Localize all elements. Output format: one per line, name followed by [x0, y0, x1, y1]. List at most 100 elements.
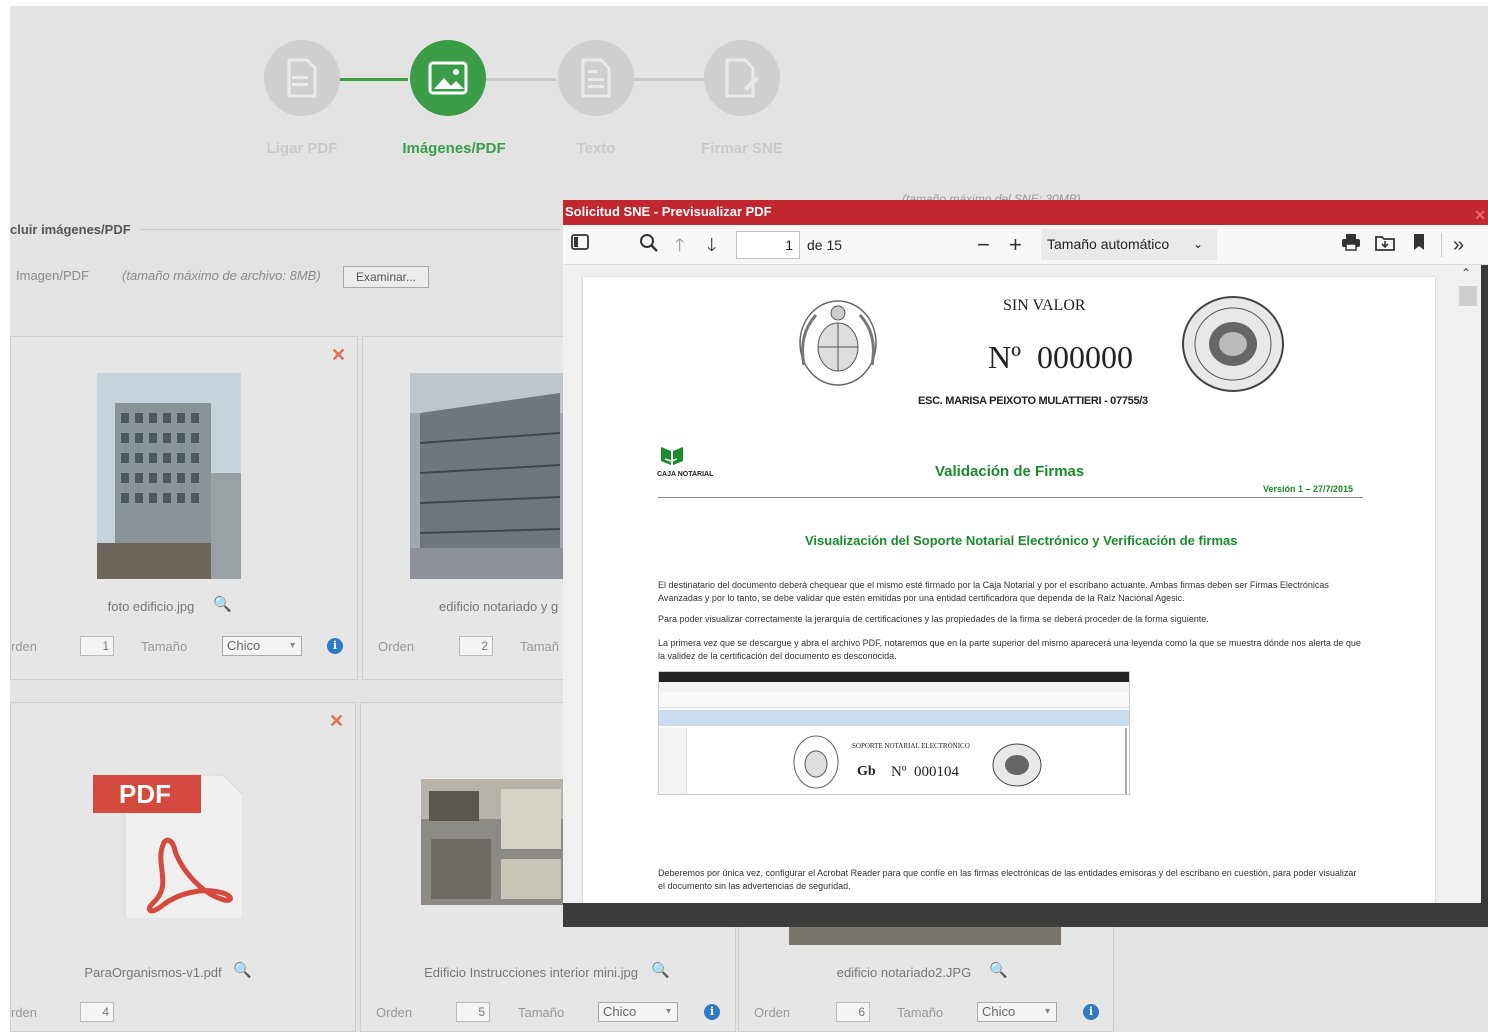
- download-icon[interactable]: [1375, 233, 1395, 257]
- image-thumbnail[interactable]: [789, 927, 1061, 945]
- pdf-toolbar: 🡑 🡓 1 de 15 − + Tamaño automático ⌄ »: [563, 225, 1488, 265]
- arrow-down-icon[interactable]: 🡓: [707, 233, 716, 257]
- step-imagenes-pdf[interactable]: [410, 40, 486, 116]
- heading-rule: [658, 497, 1363, 498]
- chevron-down-icon: ▾: [289, 640, 295, 651]
- page-number-input[interactable]: 1: [736, 231, 800, 259]
- order-label: Orden: [378, 639, 415, 654]
- shot-sidebar: [659, 728, 687, 794]
- zoom-icon[interactable]: 🔍: [213, 595, 232, 613]
- doc-paragraph: Para poder visualizar correctamente la j…: [658, 614, 1209, 624]
- shot-logo: Gb: [857, 764, 876, 779]
- order-label: rden: [11, 639, 38, 654]
- doc-paragraph: Deberemos por única vez, configurar el A…: [658, 868, 1357, 891]
- dialog-footer: [563, 903, 1488, 927]
- wizard-stepper: Ligar PDF Imágenes/PDF Texto Firmar SNE: [240, 40, 820, 170]
- image-card: ✕ foto edificio.jpg 🔍 rden 1 Tamaño Chic…: [10, 336, 358, 680]
- caja-notarial-logo: CAJA NOTARIAL: [657, 445, 737, 481]
- shot-number: Nº 000104: [891, 764, 959, 780]
- file-name: ParaOrganismos-v1.pdf: [84, 965, 222, 980]
- search-icon[interactable]: [639, 233, 659, 259]
- more-tools-icon[interactable]: »: [1453, 233, 1464, 257]
- pdf-viewer[interactable]: SIN VALOR Nº 000000 ESC. MARISA PEIXOTO …: [563, 265, 1481, 903]
- pdf-badge-text: PDF: [119, 779, 171, 809]
- info-icon[interactable]: i: [704, 1004, 720, 1020]
- size-value: Chico: [603, 1004, 637, 1019]
- chevron-down-icon: ▾: [1044, 1006, 1050, 1017]
- size-select[interactable]: Chico ▾: [222, 636, 302, 656]
- uruguay-seal-image: [778, 285, 898, 395]
- scroll-up-icon[interactable]: ⌃: [1461, 266, 1471, 280]
- step-connector: [632, 78, 704, 81]
- step-texto[interactable]: [558, 40, 634, 116]
- step-ligar-pdf[interactable]: [264, 40, 340, 116]
- shot-menubar: [659, 682, 1129, 692]
- zoom-icon[interactable]: 🔍: [651, 961, 670, 979]
- shot-titlebar: [659, 672, 1129, 682]
- fieldset-legend: cluir imágenes/PDF: [10, 222, 131, 237]
- image-card: edificio notariado y g Orden 2 Tamañ: [362, 336, 582, 680]
- arrow-up-icon[interactable]: 🡑: [675, 233, 684, 257]
- doc-version: Versión 1 – 27/7/2015: [1263, 484, 1354, 494]
- top-band: [0, 0, 1488, 6]
- image-card: ✕ PDF ParaOrganismos-v1.pdf 🔍 rden 4: [10, 702, 356, 1032]
- size-select[interactable]: Chico ▾: [977, 1002, 1057, 1022]
- step-connector: [336, 78, 408, 81]
- step-label: Ligar PDF: [266, 140, 338, 157]
- file-name: Edificio Instrucciones interior mini.jpg: [424, 965, 638, 980]
- text-document-icon: [581, 58, 611, 98]
- zoom-value: Tamaño automático: [1047, 236, 1170, 252]
- field-label: Imagen/PDF: [16, 268, 89, 283]
- escribano-name: ESC. MARISA PEIXOTO MULATTIERI - 07755/3: [918, 395, 1148, 407]
- order-input[interactable]: 2: [459, 636, 493, 656]
- shot-seal-left: [793, 735, 839, 789]
- image-thumbnail[interactable]: [421, 779, 567, 905]
- doc-paragraph: El destinatario del documento deberá che…: [658, 580, 1329, 603]
- step-label: Firmar SNE: [701, 140, 783, 157]
- chevron-down-icon: ⌄: [1192, 237, 1203, 251]
- zoom-out-icon[interactable]: −: [977, 233, 990, 257]
- image-icon: [428, 61, 468, 95]
- order-label: Orden: [754, 1005, 791, 1020]
- zoom-icon[interactable]: 🔍: [233, 961, 252, 979]
- info-icon[interactable]: i: [1083, 1004, 1099, 1020]
- shot-seal-right: [992, 743, 1042, 787]
- order-input[interactable]: 4: [80, 1002, 114, 1022]
- page-count: de 15: [807, 237, 843, 253]
- print-icon[interactable]: [1341, 233, 1361, 257]
- info-icon[interactable]: i: [327, 638, 343, 654]
- file-name: edificio notariado2.JPG: [836, 965, 972, 980]
- remove-icon[interactable]: ✕: [329, 711, 344, 732]
- close-icon[interactable]: ✕: [1474, 203, 1486, 227]
- zoom-in-icon[interactable]: +: [1009, 233, 1022, 257]
- order-label: Orden: [376, 1005, 413, 1020]
- bookmark-icon[interactable]: [1413, 233, 1425, 257]
- sin-valor-text: SIN VALOR: [1003, 297, 1086, 314]
- sign-document-icon: [725, 58, 759, 98]
- image-thumbnail[interactable]: [97, 373, 241, 579]
- zoom-icon[interactable]: 🔍: [989, 961, 1008, 979]
- file-name: foto edificio.jpg: [107, 599, 195, 614]
- order-input[interactable]: 5: [456, 1002, 490, 1022]
- logo-caption: CAJA NOTARIAL: [657, 471, 714, 478]
- zoom-select[interactable]: Tamaño automático ⌄: [1041, 229, 1217, 260]
- shot-warning-bar: [659, 710, 1129, 726]
- shot-toolbar: [659, 692, 1129, 708]
- scrollbar-thumb[interactable]: [1459, 286, 1477, 306]
- order-label: rden: [11, 1005, 38, 1020]
- size-select[interactable]: Chico ▾: [598, 1002, 678, 1022]
- doc-heading: Validación de Firmas: [935, 463, 1085, 480]
- scrollbar[interactable]: [1457, 265, 1481, 903]
- image-thumbnail[interactable]: [410, 373, 570, 579]
- step-firmar-sne[interactable]: [704, 40, 780, 116]
- order-input[interactable]: 1: [80, 636, 114, 656]
- notary-seal-image: [1181, 295, 1285, 393]
- doc-subtitle: Visualización del Soporte Notarial Elect…: [805, 533, 1238, 548]
- shot-page-edge: [1125, 728, 1127, 794]
- order-input[interactable]: 6: [836, 1002, 870, 1022]
- pdf-file-icon: PDF: [93, 765, 244, 920]
- remove-icon[interactable]: ✕: [331, 345, 346, 366]
- dialog-title-bar[interactable]: Solicitud SNE - Previsualizar PDF ✕: [563, 200, 1488, 225]
- sidebar-toggle-icon[interactable]: [571, 233, 589, 257]
- browse-button[interactable]: Examinar...: [343, 266, 429, 288]
